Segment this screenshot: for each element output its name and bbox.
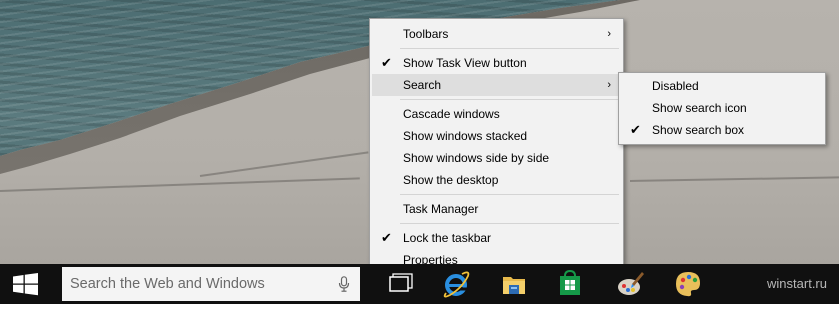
menu-item-label: Task Manager (403, 202, 479, 216)
menu-item-task-manager[interactable]: Task Manager (372, 198, 621, 220)
watermark-text: winstart.ru (767, 276, 827, 291)
menu-item-lock-the-taskbar[interactable]: ✔ Lock the taskbar (372, 227, 621, 249)
menu-item-label: Toolbars (403, 27, 449, 41)
start-button[interactable] (0, 264, 50, 304)
menu-item-label: Show windows side by side (403, 151, 550, 165)
search-box[interactable]: Search the Web and Windows (62, 267, 360, 301)
palette-icon[interactable] (672, 268, 704, 300)
pier-crack (199, 151, 369, 177)
menu-item-label: Search (403, 78, 442, 92)
chevron-right-icon: › (607, 79, 611, 91)
menu-item-show-the-desktop[interactable]: Show the desktop (372, 169, 621, 191)
menu-item-show-windows-side-by-side[interactable]: Show windows side by side (372, 147, 621, 169)
menu-separator (400, 194, 619, 195)
checkmark-icon: ✔ (381, 230, 392, 245)
menu-item-label: Show windows stacked (403, 129, 528, 143)
menu-item-show-windows-stacked[interactable]: Show windows stacked (372, 125, 621, 147)
search-submenu: Disabled Show search icon ✔ Show search … (618, 72, 826, 145)
pier-crack (629, 176, 839, 182)
menu-item-label: Show the desktop (403, 173, 499, 187)
menu-separator (400, 99, 619, 100)
submenu-item-show-search-icon[interactable]: Show search icon (621, 97, 823, 119)
menu-item-label: Lock the taskbar (403, 231, 492, 245)
menu-item-label: Show Task View button (403, 56, 527, 70)
submenu-item-label: Show search icon (652, 101, 747, 115)
menu-item-cascade-windows[interactable]: Cascade windows (372, 103, 621, 125)
task-view-icon[interactable] (384, 268, 416, 300)
search-placeholder: Search the Web and Windows (70, 276, 265, 292)
paint-icon[interactable] (614, 268, 646, 300)
menu-item-label: Cascade windows (403, 107, 500, 121)
checkmark-icon: ✔ (381, 55, 392, 70)
chevron-right-icon: › (607, 28, 611, 40)
submenu-item-label: Disabled (652, 79, 699, 93)
internet-explorer-icon[interactable] (440, 268, 472, 300)
menu-separator (400, 223, 619, 224)
submenu-item-show-search-box[interactable]: ✔ Show search box (621, 119, 823, 141)
store-icon[interactable] (554, 268, 586, 300)
pier-crack (0, 177, 360, 192)
file-explorer-icon[interactable] (498, 268, 530, 300)
submenu-item-label: Show search box (652, 123, 745, 137)
microphone-icon[interactable] (338, 276, 350, 292)
taskbar-context-menu: Toolbars › ✔ Show Task View button Searc… (369, 18, 624, 272)
menu-item-toolbars[interactable]: Toolbars › (372, 23, 621, 45)
windows-logo-icon (13, 273, 38, 296)
menu-item-show-task-view-button[interactable]: ✔ Show Task View button (372, 52, 621, 74)
menu-separator (400, 48, 619, 49)
taskbar: Search the Web and Windows winstart.ru (0, 264, 839, 304)
menu-item-search[interactable]: Search › (372, 74, 621, 96)
submenu-item-disabled[interactable]: Disabled (621, 75, 823, 97)
checkmark-icon: ✔ (630, 122, 641, 137)
